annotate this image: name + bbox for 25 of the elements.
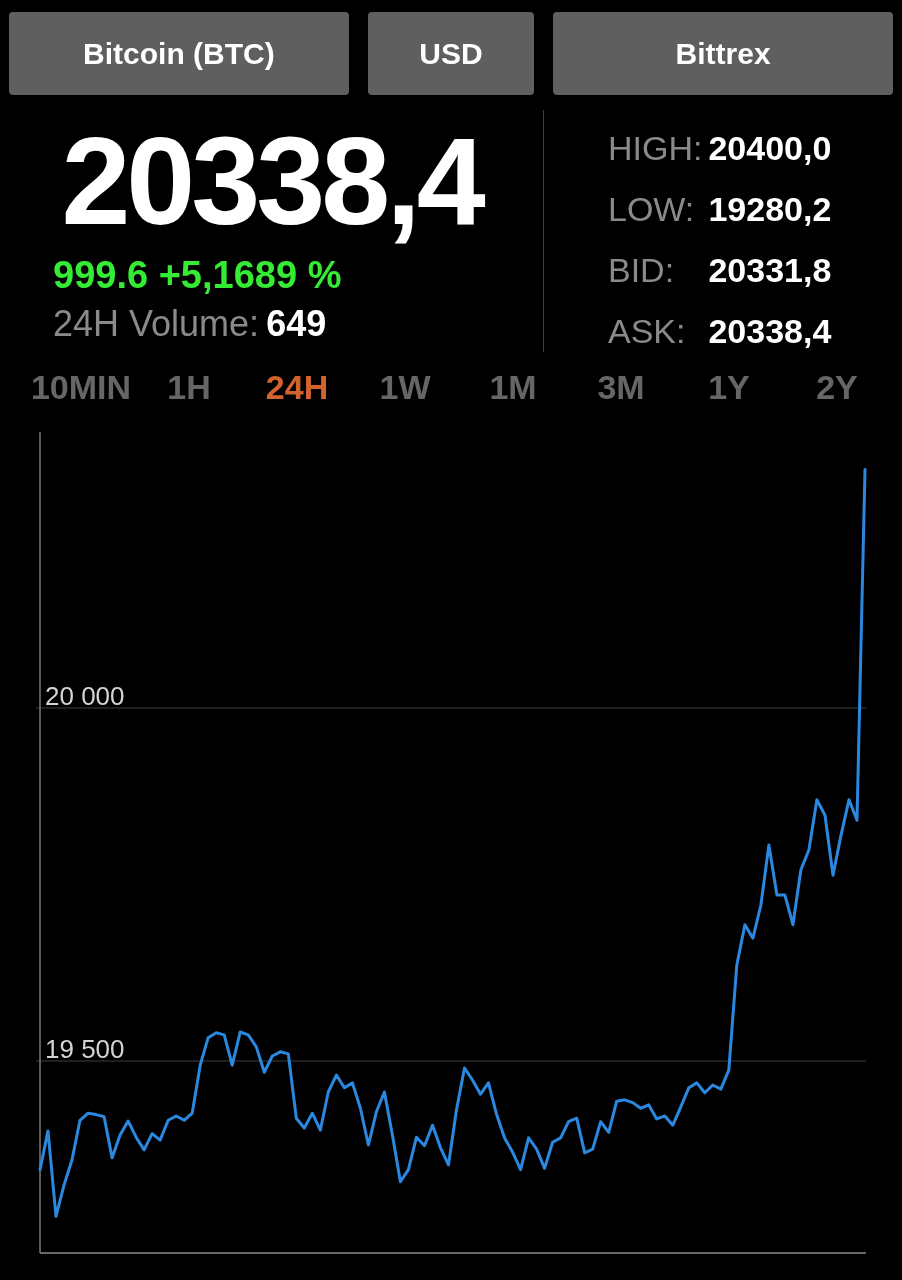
stat-value: 20338,4 <box>708 311 832 352</box>
volume-label: 24H Volume: <box>53 304 260 344</box>
stat-label: LOW: <box>608 189 696 230</box>
time-range-tab[interactable]: 1Y <box>706 365 752 409</box>
selector-dropdown-button[interactable]: Bitcoin (BTC) <box>9 12 349 95</box>
stat-label: BID: <box>608 250 676 291</box>
stat-label: HIGH: <box>608 128 703 169</box>
stat-label: ASK: <box>608 311 687 352</box>
time-range-tab[interactable]: 24H <box>263 365 331 409</box>
selector-dropdown-button[interactable]: Bittrex <box>553 12 893 95</box>
time-range-tab[interactable]: 1M <box>487 365 539 409</box>
time-range-tab[interactable]: 2Y <box>814 365 860 409</box>
time-range-tab[interactable]: 3M <box>595 365 647 409</box>
time-range-tab[interactable]: 1H <box>165 365 213 409</box>
selector-dropdown-button[interactable]: USD <box>367 12 535 95</box>
y-tick-label: 20 000 <box>45 681 125 711</box>
stat-value: 20400,0 <box>708 128 832 169</box>
time-range-tab[interactable]: 10MIN <box>28 365 134 409</box>
volume-value: 649 <box>266 304 327 344</box>
stat-value: 19280,2 <box>708 189 832 230</box>
time-range-tab[interactable]: 1W <box>377 365 433 409</box>
stat-value: 20331,8 <box>708 250 832 291</box>
y-tick-label: 19 500 <box>45 1034 125 1064</box>
current-price: 20338,4 <box>61 119 482 243</box>
price-change: 999.6 +5,1689 % <box>53 255 342 295</box>
